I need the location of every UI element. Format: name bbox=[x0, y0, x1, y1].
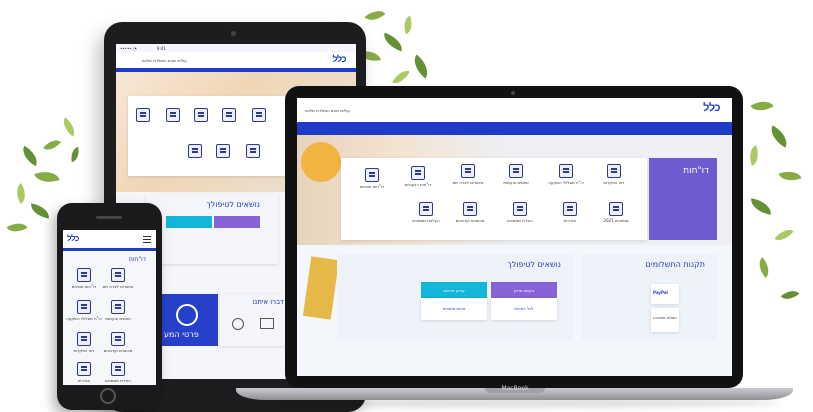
laptop-report-label-4: טפסים ובקשות bbox=[503, 180, 529, 185]
menu-icon[interactable] bbox=[143, 236, 151, 237]
phone-download-icon[interactable] bbox=[111, 362, 125, 376]
laptop-header-tagline: עולים שהם המולדת שלכם bbox=[305, 108, 350, 113]
phone-item-8: הורדת מסמכים bbox=[105, 378, 131, 383]
secure-payment-badge[interactable]: תשלום מאובטח bbox=[651, 308, 679, 332]
yellow-notebook bbox=[302, 256, 340, 320]
laptop-logo[interactable]: כלל bbox=[703, 102, 720, 114]
laptop-topic-button-1-label: בקשת מידע bbox=[513, 287, 535, 293]
laptop-brand-bar bbox=[297, 122, 732, 135]
phone-document-icon[interactable] bbox=[111, 268, 125, 282]
laptop-document-icon[interactable] bbox=[461, 164, 475, 178]
laptop-report-label-2: דו"חות רבעוניים bbox=[404, 182, 432, 187]
laptop-report-label-10: הגדרות bbox=[563, 218, 577, 223]
laptop-topic-button-2[interactable]: עדכון פרטים bbox=[421, 282, 487, 298]
tablet-contact-card: דברו איתנו bbox=[220, 294, 290, 346]
laptop-screen: עולים שהם המולדת שלכם כלל דו"חות שנתיים … bbox=[297, 98, 732, 376]
laptop-report-label-9: הורדת מסמכים bbox=[507, 218, 533, 223]
laptop-topics-title: נושאים לטיפולך bbox=[507, 260, 561, 269]
laptop-payments-title: תקנות התשלומים bbox=[645, 260, 705, 269]
laptop-chart-icon[interactable] bbox=[411, 166, 425, 180]
phone-money-icon[interactable] bbox=[77, 332, 91, 346]
fingerprint-icon bbox=[176, 304, 198, 326]
laptop-camera bbox=[511, 91, 515, 95]
phone-screen: כלל דו"חות דו"חות שנתיים אישורים לצרכי מ… bbox=[63, 230, 156, 385]
phone-logo[interactable]: כלל bbox=[67, 234, 79, 243]
laptop-topic-link-2[interactable]: פניות פתוחות bbox=[434, 306, 474, 311]
phone-item-4: טפסים ובקשות bbox=[105, 316, 131, 321]
tablet-topic-button-2[interactable] bbox=[166, 216, 212, 228]
mail-icon[interactable] bbox=[216, 144, 230, 158]
file-icon[interactable] bbox=[252, 108, 266, 122]
laptop-topic-panel-1: לכל הפניות bbox=[491, 298, 557, 320]
phone-mail-icon[interactable] bbox=[111, 332, 125, 346]
upload-icon[interactable] bbox=[246, 144, 260, 158]
document-icon[interactable] bbox=[194, 108, 208, 122]
laptop-header: עולים שהם המולדת שלכם כלל bbox=[297, 98, 732, 122]
phone-report-icon[interactable] bbox=[77, 268, 91, 282]
laptop-report-icon[interactable] bbox=[365, 168, 379, 182]
laptop-report-label-11: מסמכים 2021 bbox=[603, 218, 629, 223]
tablet-logo[interactable]: כלל bbox=[332, 54, 346, 64]
tablet-header-tagline: עולים שהם המולדת שלכם bbox=[142, 58, 187, 63]
laptop-reports-card: דו"חות שנתיים דו"חות רבעוניים אישורים לצ… bbox=[341, 158, 647, 240]
phone-brand-bar bbox=[63, 248, 156, 251]
device-label: MacBook bbox=[501, 385, 529, 392]
tablet-reports-card bbox=[128, 96, 298, 176]
laptop-download-icon[interactable] bbox=[609, 202, 623, 216]
laptop-file-icon[interactable] bbox=[559, 164, 573, 178]
laptop-money-icon[interactable] bbox=[607, 164, 621, 178]
phone-item-6: מכתבים ועדכונים bbox=[103, 348, 133, 353]
phone-settings-icon[interactable] bbox=[77, 362, 91, 376]
laptop-report-label-8: מכתבים ועדכונים bbox=[455, 218, 485, 223]
tablet-banner[interactable]: פרטי המע bbox=[158, 294, 218, 346]
phone-icon[interactable] bbox=[232, 318, 244, 330]
laptop-topic-button-2-label: עדכון פרטים bbox=[443, 287, 465, 293]
tablet-contact-title: דברו איתנו bbox=[252, 298, 284, 306]
laptop-report-label-5: דו"ח מסלולי השקעה bbox=[548, 180, 584, 185]
laptop-topic-button-1[interactable]: בקשת מידע bbox=[491, 282, 557, 298]
phone-item-2: אישורים לצרכי מס bbox=[102, 284, 134, 289]
laptop-form-icon[interactable] bbox=[509, 164, 523, 178]
phone-title: דו"חות bbox=[128, 256, 146, 263]
phone-file-icon[interactable] bbox=[77, 300, 91, 314]
laptop-report-label-3: אישורים לצרכי מס bbox=[452, 180, 484, 185]
report-icon[interactable] bbox=[136, 108, 150, 122]
laptop-report-label-1: דו"חות שנתיים bbox=[359, 184, 385, 189]
settings-icon[interactable] bbox=[188, 144, 202, 158]
laptop-mail-icon[interactable] bbox=[463, 202, 477, 216]
paypal-badge[interactable]: PayPal bbox=[651, 284, 679, 304]
tablet-banner-text: פרטי המע bbox=[164, 330, 199, 339]
mail-contact-icon[interactable] bbox=[260, 318, 274, 329]
laptop-building-icon[interactable] bbox=[419, 202, 433, 216]
laptop-topics-card: נושאים לטיפולך בקשת מידע עדכון פרטים לכל… bbox=[337, 254, 573, 340]
secure-payment-text: תשלום מאובטח bbox=[653, 316, 677, 320]
tablet-topics-title: נושאים לטיפולך bbox=[206, 200, 260, 209]
laptop-payments-card: תקנות התשלומים PayPal תשלום מאובטח bbox=[581, 254, 717, 340]
orange-cup bbox=[301, 142, 341, 182]
laptop-report-label-7: העלאת מסמכים bbox=[412, 218, 440, 223]
tablet-topics-card: נושאים לטיפולך bbox=[146, 194, 278, 264]
laptop-reports-title-panel: דו"חות bbox=[649, 158, 717, 240]
phone-home-button[interactable] bbox=[100, 388, 116, 404]
laptop-settings-icon[interactable] bbox=[563, 202, 577, 216]
chart-icon[interactable] bbox=[166, 108, 180, 122]
phone-header: כלל bbox=[63, 230, 156, 248]
form-icon[interactable] bbox=[222, 108, 236, 122]
tablet-camera bbox=[231, 31, 236, 36]
laptop-topic-link-1[interactable]: לכל הפניות bbox=[504, 306, 544, 311]
laptop-topic-panel-2: פניות פתוחות bbox=[421, 298, 487, 320]
tablet-topic-button[interactable] bbox=[214, 216, 260, 228]
laptop-reports-title: דו"חות bbox=[683, 166, 709, 176]
tablet-status-bar: ••••• ◔ 9:41 bbox=[120, 46, 166, 51]
laptop-report-label-6: דוח הפקדות bbox=[603, 180, 625, 185]
tablet-header: עולים שהם המולדת שלכם כלל bbox=[116, 52, 356, 68]
laptop-upload-icon[interactable] bbox=[513, 202, 527, 216]
paypal-logo: PayPal bbox=[653, 290, 668, 295]
phone-form-icon[interactable] bbox=[111, 300, 125, 314]
phone-speaker bbox=[96, 216, 122, 219]
